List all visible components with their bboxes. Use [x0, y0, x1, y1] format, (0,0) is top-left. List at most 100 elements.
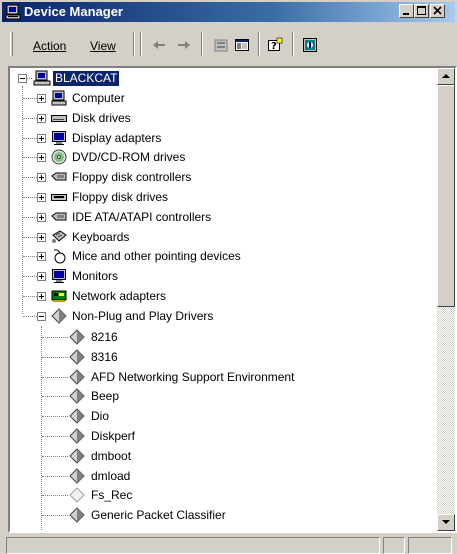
tree-device[interactable]: Generic Packet Classifier	[10, 506, 410, 525]
tree-category[interactable]: Keyboards	[10, 228, 410, 247]
tree-device-label: Beep	[91, 389, 120, 404]
monitor-icon	[50, 268, 68, 284]
expand-toggle[interactable]	[37, 272, 46, 282]
title-bar[interactable]: Device Manager	[2, 2, 455, 22]
tree-category[interactable]: Floppy disk drives	[10, 188, 410, 207]
tree-category-label: Non-Plug and Play Drivers	[72, 308, 214, 323]
tree-category[interactable]: Disk drives	[10, 109, 410, 128]
monitor-icon	[50, 130, 68, 146]
diamond-icon	[68, 507, 86, 523]
tree-device[interactable]: dmload	[10, 467, 410, 486]
expand-toggle[interactable]	[37, 133, 46, 143]
tree-category-label: Display adapters	[72, 130, 162, 145]
expand-toggle[interactable]	[37, 193, 46, 202]
show-hide-tree-icon[interactable]	[234, 37, 250, 53]
expand-toggle[interactable]	[37, 252, 46, 262]
help-icon[interactable]: ?	[267, 37, 283, 53]
window-title: Device Manager	[24, 4, 123, 19]
properties-icon[interactable]	[213, 37, 229, 53]
tree-device-label: 8316	[91, 349, 118, 364]
tree-connector	[23, 197, 37, 198]
scroll-up-button[interactable]	[437, 68, 455, 85]
tree-device-label: dmload	[91, 468, 131, 483]
tree-connector	[23, 236, 37, 238]
toolbar-separator	[201, 32, 203, 56]
expand-toggle[interactable]	[37, 212, 46, 222]
chevron-down-icon	[442, 520, 450, 524]
scroll-thumb[interactable]	[437, 85, 455, 307]
tree-device[interactable]: Diskperf	[10, 427, 410, 446]
diamond-icon	[50, 308, 68, 324]
tree-connector	[42, 416, 68, 418]
tree-device-label: Fs_Rec	[91, 488, 133, 503]
tree-category-label: Keyboards	[72, 229, 130, 244]
disk-drive-icon	[50, 110, 68, 126]
tree-device-label: 8216	[91, 330, 118, 344]
expand-toggle[interactable]	[37, 292, 46, 301]
expand-toggle[interactable]	[37, 113, 46, 123]
tree-device[interactable]: 8216	[10, 328, 410, 347]
tree-device[interactable]: Beep	[10, 387, 410, 406]
scroll-down-button[interactable]	[437, 514, 455, 531]
expand-toggle[interactable]	[37, 153, 46, 163]
forward-arrow-icon[interactable]	[176, 37, 192, 53]
tree-category[interactable]: Floppy disk controllers	[10, 168, 410, 187]
tree-category[interactable]: IDE ATA/ATAPI controllers	[10, 208, 410, 227]
device-tree-pane[interactable]: BLACKCAT Computer Disk drives Display adap…	[8, 66, 457, 533]
tree-device[interactable]: 8316	[10, 348, 410, 367]
status-panel-main	[6, 537, 380, 554]
tree-category[interactable]: Non-Plug and Play Drivers	[10, 307, 410, 326]
maximize-button[interactable]	[414, 4, 429, 18]
toolbar-separator	[292, 32, 294, 56]
device-tree[interactable]: BLACKCAT Computer Disk drives Display adap…	[10, 68, 437, 531]
tree-device[interactable]: dmboot	[10, 447, 410, 466]
minimize-button[interactable]	[399, 4, 414, 18]
tree-category[interactable]: Monitors	[10, 267, 410, 286]
diamond-icon	[68, 448, 86, 464]
computer-icon	[33, 70, 51, 86]
menu-view[interactable]: View	[90, 39, 116, 53]
tree-category[interactable]: Computer	[10, 89, 410, 108]
tree-connector	[42, 396, 68, 398]
menu-action[interactable]: Action	[33, 39, 66, 53]
menu-view-label: View	[90, 39, 116, 53]
cdrom-icon	[50, 149, 68, 165]
status-bar	[2, 535, 455, 554]
tree-connector	[42, 337, 68, 338]
diamond-icon	[68, 368, 86, 385]
tree-device[interactable]: AFD Networking Support Environment	[10, 368, 410, 387]
tree-root-blackcat[interactable]: BLACKCAT	[10, 69, 310, 88]
scan-hardware-icon[interactable]	[302, 37, 318, 53]
tree-category[interactable]: Display adapters	[10, 129, 410, 148]
tree-connector	[23, 137, 37, 139]
tree-category-label: DVD/CD-ROM drives	[72, 150, 186, 165]
tree-root-label: BLACKCAT	[53, 71, 120, 86]
tree-connector	[23, 117, 37, 119]
tree-device-label: Dio	[91, 409, 110, 424]
expand-toggle[interactable]	[37, 94, 46, 103]
tree-connector	[42, 455, 68, 457]
tree-connector	[42, 475, 68, 477]
tree-connector	[23, 276, 37, 278]
collapse-toggle[interactable]	[18, 74, 27, 83]
expand-toggle[interactable]	[37, 173, 46, 183]
tree-category[interactable]: Network adapters	[10, 287, 410, 306]
back-arrow-icon[interactable]	[151, 37, 167, 53]
chevron-up-icon	[442, 74, 450, 78]
expand-toggle[interactable]	[37, 232, 46, 242]
close-button[interactable]	[430, 4, 445, 18]
vertical-scrollbar[interactable]	[437, 68, 455, 531]
controller-icon	[50, 209, 68, 225]
collapse-toggle[interactable]	[37, 311, 46, 321]
diamond-icon	[68, 408, 86, 424]
tree-category-label: Monitors	[72, 269, 119, 284]
tree-connector	[42, 495, 68, 497]
tree-device[interactable]: Fs_Rec	[10, 486, 410, 505]
tree-category[interactable]: DVD/CD-ROM drives	[10, 148, 410, 167]
toolbar-separator	[258, 32, 260, 56]
tree-category[interactable]: Mice and other pointing devices	[10, 247, 410, 266]
computer-icon	[50, 90, 68, 106]
tree-connector	[23, 157, 37, 159]
toolbar-grip[interactable]	[10, 32, 13, 56]
tree-device[interactable]: Dio	[10, 407, 410, 426]
